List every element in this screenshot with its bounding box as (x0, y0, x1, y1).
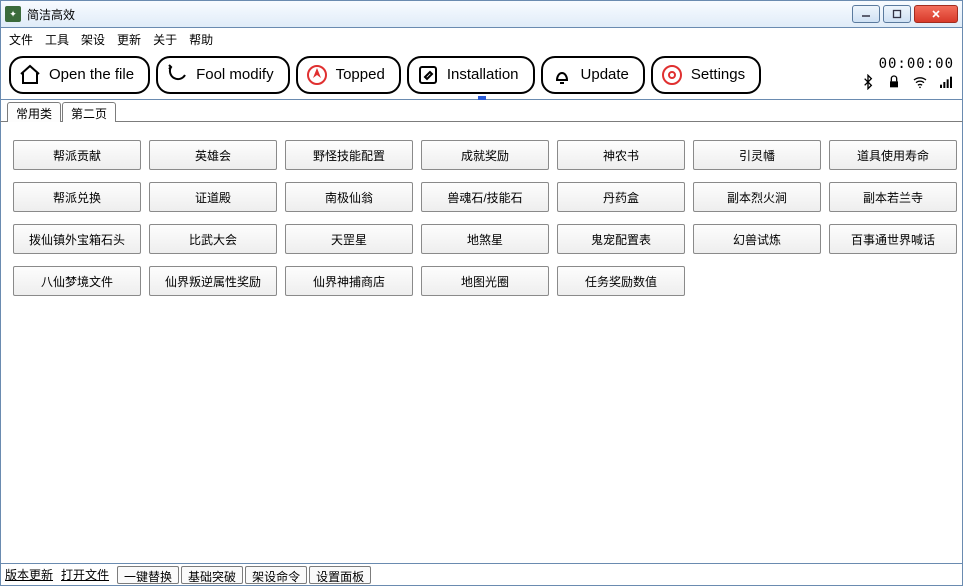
minimize-button[interactable] (852, 5, 880, 23)
grid-button[interactable]: 天罡星 (285, 224, 413, 254)
maximize-button[interactable] (883, 5, 911, 23)
grid-button[interactable]: 八仙梦境文件 (13, 266, 141, 296)
grid-button[interactable]: 副本烈火涧 (693, 182, 821, 212)
menu-tools[interactable]: 工具 (45, 31, 69, 48)
grid-button[interactable]: 英雄会 (149, 140, 277, 170)
grid-button[interactable]: 丹药盒 (557, 182, 685, 212)
top-tabs: 常用类 第二页 (0, 100, 963, 122)
settings-button[interactable]: Settings (651, 56, 761, 94)
grid-button[interactable]: 鬼宠配置表 (557, 224, 685, 254)
bell-icon (549, 62, 575, 88)
grid-button[interactable]: 神农书 (557, 140, 685, 170)
bottom-tab-breakthrough[interactable]: 基础突破 (181, 566, 243, 584)
status-icons (860, 74, 954, 93)
toolbar-label: Update (581, 66, 629, 83)
grid-button[interactable]: 仙界叛逆属性奖励 (149, 266, 277, 296)
grid-button[interactable]: 任务奖励数值 (557, 266, 685, 296)
button-grid: 帮派贡献英雄会野怪技能配置成就奖励神农书引灵幡道具使用寿命帮派兑换证道殿南极仙翁… (13, 140, 950, 296)
bottom-tab-panel[interactable]: 设置面板 (309, 566, 371, 584)
grid-button[interactable]: 比武大会 (149, 224, 277, 254)
bluetooth-icon (860, 74, 876, 93)
bottom-tab-replace[interactable]: 一键替换 (117, 566, 179, 584)
grid-button[interactable]: 成就奖励 (421, 140, 549, 170)
menubar: 文件 工具 架设 更新 关于 帮助 (0, 28, 963, 50)
tab-common[interactable]: 常用类 (7, 102, 61, 122)
tab-page2[interactable]: 第二页 (62, 102, 116, 122)
edit-icon (415, 62, 441, 88)
content-area: 帮派贡献英雄会野怪技能配置成就奖励神农书引灵幡道具使用寿命帮派兑换证道殿南极仙翁… (0, 122, 963, 564)
grid-button[interactable]: 幻兽试炼 (693, 224, 821, 254)
installation-button[interactable]: Installation (407, 56, 535, 94)
grid-button[interactable]: 证道殿 (149, 182, 277, 212)
grid-button[interactable]: 副本若兰寺 (829, 182, 957, 212)
grid-button[interactable]: 帮派贡献 (13, 140, 141, 170)
grid-button[interactable]: 帮派兑换 (13, 182, 141, 212)
window-title: 简洁高效 (27, 6, 75, 23)
toolbar-label: Installation (447, 66, 519, 83)
grid-button[interactable]: 地煞星 (421, 224, 549, 254)
bottom-link-version[interactable]: 版本更新 (5, 566, 53, 583)
bottom-tabs: 版本更新 打开文件 一键替换 基础突破 架设命令 设置面板 (0, 564, 963, 586)
update-button[interactable]: Update (541, 56, 645, 94)
nav-icon (304, 62, 330, 88)
close-button[interactable] (914, 5, 958, 23)
fool-modify-button[interactable]: Fool modify (156, 56, 290, 94)
menu-file[interactable]: 文件 (9, 31, 33, 48)
topped-button[interactable]: Topped (296, 56, 401, 94)
grid-button[interactable]: 百事通世界喊话 (829, 224, 957, 254)
bottom-link-open[interactable]: 打开文件 (61, 566, 109, 583)
toolbar-label: Fool modify (196, 66, 274, 83)
grid-button[interactable]: 仙界神捕商店 (285, 266, 413, 296)
app-icon: ✦ (5, 6, 21, 22)
lock-icon (886, 74, 902, 93)
grid-button[interactable]: 南极仙翁 (285, 182, 413, 212)
menu-about[interactable]: 关于 (153, 31, 177, 48)
open-file-button[interactable]: Open the file (9, 56, 150, 94)
home-icon (17, 62, 43, 88)
toolbar: Open the file Fool modify Topped Install… (0, 50, 963, 100)
bottom-tab-command[interactable]: 架设命令 (245, 566, 307, 584)
grid-button[interactable]: 引灵幡 (693, 140, 821, 170)
grid-button[interactable]: 拨仙镇外宝箱石头 (13, 224, 141, 254)
toolbar-label: Settings (691, 66, 745, 83)
menu-help[interactable]: 帮助 (189, 31, 213, 48)
signal-icon (938, 74, 954, 93)
wifi-icon (912, 74, 928, 93)
gear-icon (659, 62, 685, 88)
grid-button[interactable]: 野怪技能配置 (285, 140, 413, 170)
menu-setup[interactable]: 架设 (81, 31, 105, 48)
titlebar: ✦ 简洁高效 (0, 0, 963, 28)
menu-update[interactable]: 更新 (117, 31, 141, 48)
toolbar-label: Topped (336, 66, 385, 83)
grid-button[interactable]: 道具使用寿命 (829, 140, 957, 170)
clock: 00:00:00 (879, 56, 954, 72)
toolbar-label: Open the file (49, 66, 134, 83)
grid-button[interactable]: 地图光圈 (421, 266, 549, 296)
grid-button[interactable]: 兽魂石/技能石 (421, 182, 549, 212)
sync-icon (164, 62, 190, 88)
